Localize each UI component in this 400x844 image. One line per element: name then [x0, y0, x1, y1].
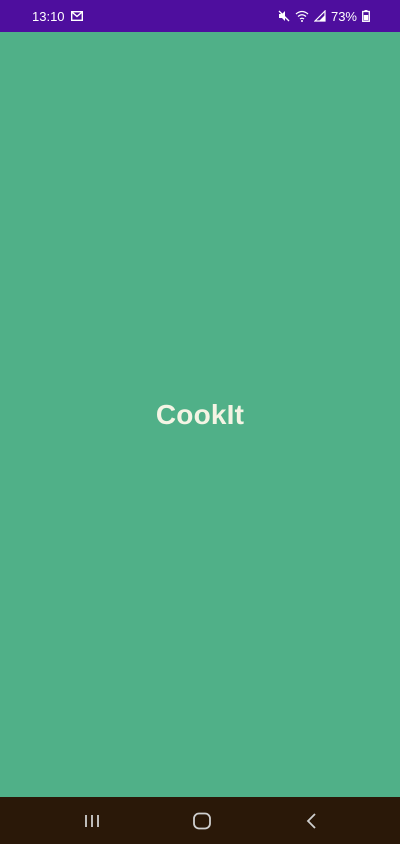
signal-icon [313, 10, 326, 22]
status-right: 73% [278, 9, 370, 24]
mute-icon [278, 10, 290, 22]
status-left: 13:10 [32, 9, 83, 24]
email-notification-icon [70, 11, 83, 21]
splash-screen: 13:10 73% CookIt [0, 0, 400, 844]
battery-percent: 73% [330, 8, 357, 24]
splash-content: CookIt [0, 32, 400, 797]
battery-icon [362, 10, 370, 22]
back-icon [306, 812, 316, 829]
back-button[interactable] [300, 809, 324, 833]
home-button[interactable] [190, 809, 214, 833]
wifi-icon [295, 10, 309, 22]
app-title: CookIt [155, 399, 245, 430]
home-icon [193, 812, 211, 829]
recent-apps-icon [85, 814, 99, 827]
recent-apps-button[interactable] [80, 809, 104, 833]
status-bar: 13:10 73% [0, 0, 400, 32]
navigation-bar [0, 797, 400, 844]
status-time: 13:10 [32, 8, 65, 24]
